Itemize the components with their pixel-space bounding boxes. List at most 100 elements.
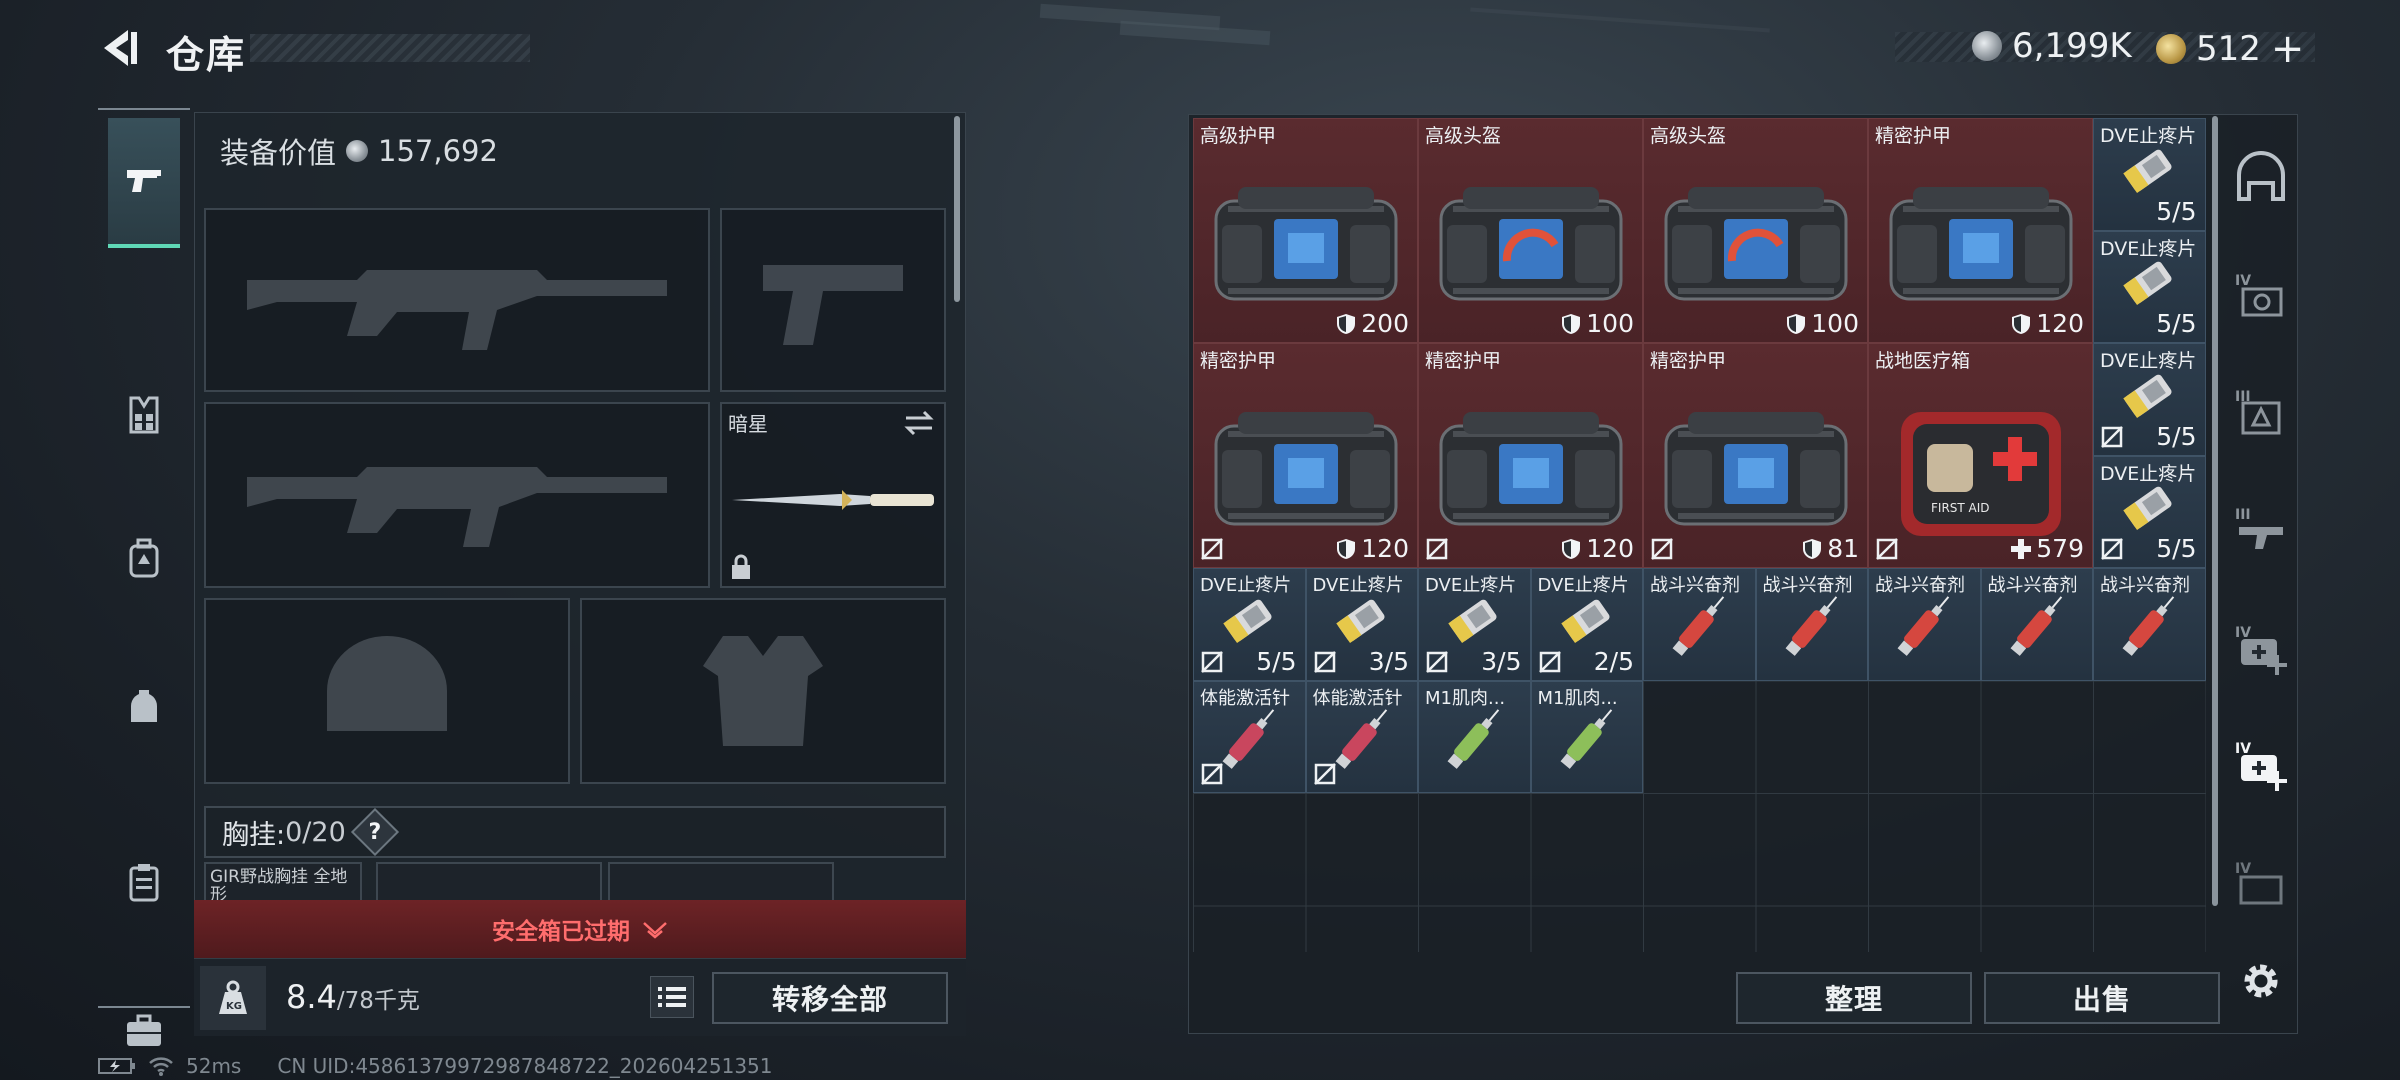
item-stat-value: 100 <box>1586 309 1634 338</box>
tab-tier-iv-misc[interactable]: IV <box>2230 854 2292 916</box>
carry-weight: 8.4/78千克 <box>286 978 420 1016</box>
armor-item[interactable]: 精密护甲 120 <box>1868 118 2093 343</box>
sidearm-slot[interactable] <box>720 208 946 392</box>
energy-injector-item[interactable]: 体能激活针 <box>1193 680 1306 793</box>
stimulant-item[interactable]: 战斗兴奋剂 <box>1755 568 1868 681</box>
painkiller-item[interactable]: DVE止疼片 5/5 <box>2093 118 2206 231</box>
tab-helmet[interactable] <box>108 672 180 742</box>
helmet-slot[interactable] <box>204 598 570 784</box>
loadout-scrollbar[interactable] <box>954 116 960 302</box>
sort-button[interactable]: 整理 <box>1736 972 1972 1024</box>
silver-currency-value: 6,199K <box>2012 26 2132 66</box>
list-icon <box>658 987 686 1007</box>
not-insured-icon <box>1313 763 1336 785</box>
tab-backpack[interactable] <box>108 524 180 594</box>
equipment-value-amount: 157,692 <box>378 134 498 168</box>
tab-chest-rig[interactable] <box>108 380 180 450</box>
item-name: DVE止疼片 <box>1537 575 1629 596</box>
tab-tier-iii-weapons[interactable]: III <box>2230 500 2292 562</box>
armor-slot[interactable] <box>580 598 946 784</box>
add-gold-button[interactable]: + <box>2271 26 2305 72</box>
muscle-injector-item[interactable]: M1肌肉... <box>1530 680 1643 793</box>
item-stat-value: 579 <box>2036 534 2084 563</box>
stimulant-item[interactable]: 战斗兴奋剂 <box>1980 568 2093 681</box>
secondary-weapon-slot[interactable] <box>204 402 710 588</box>
painkiller-item[interactable]: DVE止疼片 2/5 <box>1530 568 1643 681</box>
stimulant-item[interactable]: 战斗兴奋剂 <box>2093 568 2206 681</box>
item-name: 体能激活针 <box>1200 687 1290 709</box>
swap-icon[interactable] <box>904 410 934 436</box>
item-name: 体能激活针 <box>1312 687 1403 709</box>
item-name: 精密护甲 <box>1200 350 1277 372</box>
painkiller-item[interactable]: DVE止疼片 5/5 <box>2093 343 2206 456</box>
item-name: 战斗兴奋剂 <box>1987 575 2078 596</box>
wifi-icon <box>149 1057 173 1076</box>
user-uid: CN UID:45861379972987848722_202604251351 <box>277 1054 773 1078</box>
painkiller-item[interactable]: DVE止疼片 5/5 <box>2093 230 2206 343</box>
tab-divider <box>98 1006 190 1008</box>
not-insured-icon <box>1201 763 1223 785</box>
armor-item[interactable]: 精密护甲 81 <box>1643 343 1868 568</box>
silver-currency: 6,199K <box>1972 26 2132 66</box>
painkiller-item[interactable]: DVE止疼片 3/5 <box>1305 568 1418 681</box>
tab-tier-iv-medical-active[interactable]: IV <box>2230 734 2292 796</box>
medkit-item[interactable]: FIRST AID 战地医疗箱 579 <box>1868 343 2093 568</box>
item-stat-value: 5/5 <box>2156 534 2197 563</box>
chest-rig-slot[interactable] <box>608 862 834 902</box>
painkiller-item[interactable]: DVE止疼片 3/5 <box>1418 568 1531 681</box>
gold-currency[interactable]: 512 + <box>2156 26 2304 72</box>
gold-coin-icon <box>2156 34 2186 64</box>
silver-coin-icon <box>1972 31 2002 61</box>
painkiller-icon <box>2123 487 2172 531</box>
armor-silhouette-icon <box>703 636 823 746</box>
back-arrow-icon[interactable] <box>98 26 140 70</box>
tab-safe-box[interactable] <box>108 848 180 918</box>
tab-weapons[interactable] <box>108 118 180 248</box>
item-name: DVE止疼片 <box>2100 350 2197 372</box>
settings-button[interactable] <box>2230 950 2292 1012</box>
item-durability: 120 <box>1561 534 1634 563</box>
primary-weapon-slot[interactable] <box>204 208 710 392</box>
item-stack: 5/5 <box>2156 197 2196 226</box>
help-button[interactable]: ? <box>350 807 399 857</box>
item-stat-value: 120 <box>2036 309 2084 338</box>
durability-icon <box>2012 313 2031 334</box>
rifle-silhouette-icon <box>247 270 667 350</box>
storage-scrollbar[interactable] <box>2212 116 2218 906</box>
stimulant-item[interactable]: 战斗兴奋剂 <box>1868 568 1981 681</box>
armor-item[interactable]: 精密护甲 120 <box>1418 343 1643 568</box>
syringe-icon <box>2122 596 2175 657</box>
loadout-category-tabs <box>98 108 190 1046</box>
syringe-icon <box>1785 596 1837 657</box>
stimulant-item[interactable]: 战斗兴奋剂 <box>1643 568 1756 681</box>
tab-tier-iv-gear[interactable]: IV <box>2230 266 2292 328</box>
durability-icon <box>1803 538 1822 559</box>
muscle-injector-item[interactable]: M1肌肉... <box>1418 680 1531 793</box>
tab-all-storage[interactable] <box>2230 148 2292 210</box>
syringe-icon <box>2010 596 2062 657</box>
helmet-item[interactable]: 高级头盔 100 <box>1418 118 1643 343</box>
not-insured-icon <box>1426 538 1448 560</box>
painkiller-item[interactable]: DVE止疼片 5/5 <box>1193 568 1306 681</box>
list-view-button[interactable] <box>650 976 694 1018</box>
chest-rig-item[interactable]: GIR野战胸挂 全地形 <box>204 862 362 902</box>
carry-weight-current: 8.4 <box>286 978 337 1016</box>
item-stack: 3/5 <box>1481 647 1521 676</box>
helmet-item[interactable]: 高级头盔 100 <box>1643 118 1868 343</box>
armor-item[interactable]: 精密护甲 120 <box>1193 343 1418 568</box>
equipment-value-label: 装备价值 <box>220 136 337 170</box>
rifle-silhouette-icon <box>247 467 667 547</box>
gear-case-icon <box>1664 411 1847 526</box>
melee-slot[interactable]: 暗星 <box>720 402 946 588</box>
safe-box-expired-banner[interactable]: 安全箱已过期 <box>194 900 966 958</box>
tab-tier-iv-medical[interactable]: IV <box>2230 618 2292 680</box>
chest-rig-slot[interactable] <box>376 862 602 902</box>
energy-injector-item[interactable]: 体能激活针 <box>1305 680 1418 793</box>
transfer-all-button[interactable]: 转移全部 <box>712 972 948 1024</box>
painkiller-item[interactable]: DVE止疼片 5/5 <box>2093 455 2206 568</box>
armor-item[interactable]: 高级护甲 200 <box>1193 118 1418 343</box>
tab-tier-iii-armor[interactable]: III <box>2230 382 2292 444</box>
svg-text:IV: IV <box>2235 741 2251 757</box>
sell-button[interactable]: 出售 <box>1984 972 2220 1024</box>
tier-iii-gun-icon: III <box>2235 507 2283 549</box>
